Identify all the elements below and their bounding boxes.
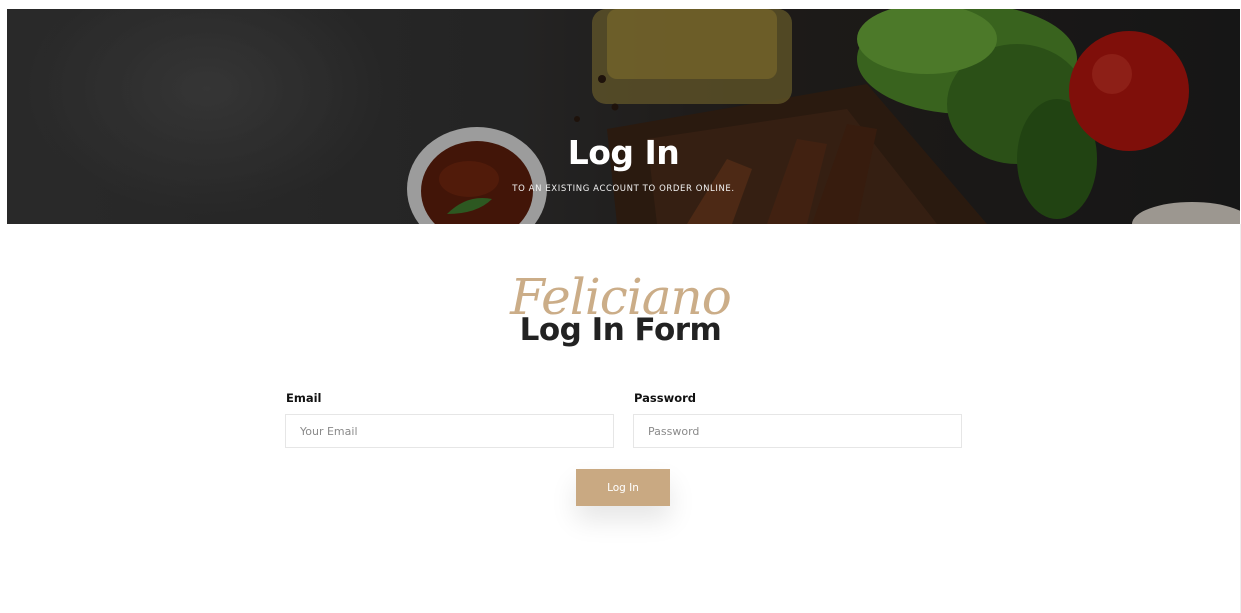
hero-subtitle: TO AN EXISTING ACCOUNT TO ORDER ONLINE. — [512, 184, 735, 194]
hero-banner: Log In TO AN EXISTING ACCOUNT TO ORDER O… — [7, 9, 1240, 224]
password-field[interactable] — [633, 414, 962, 448]
form-title: Log In Form — [519, 312, 722, 348]
email-label: Email — [286, 391, 322, 405]
password-label: Password — [634, 391, 696, 405]
email-field[interactable] — [285, 414, 614, 448]
hero-title: Log In — [567, 133, 680, 172]
login-button[interactable]: Log In — [576, 469, 670, 506]
